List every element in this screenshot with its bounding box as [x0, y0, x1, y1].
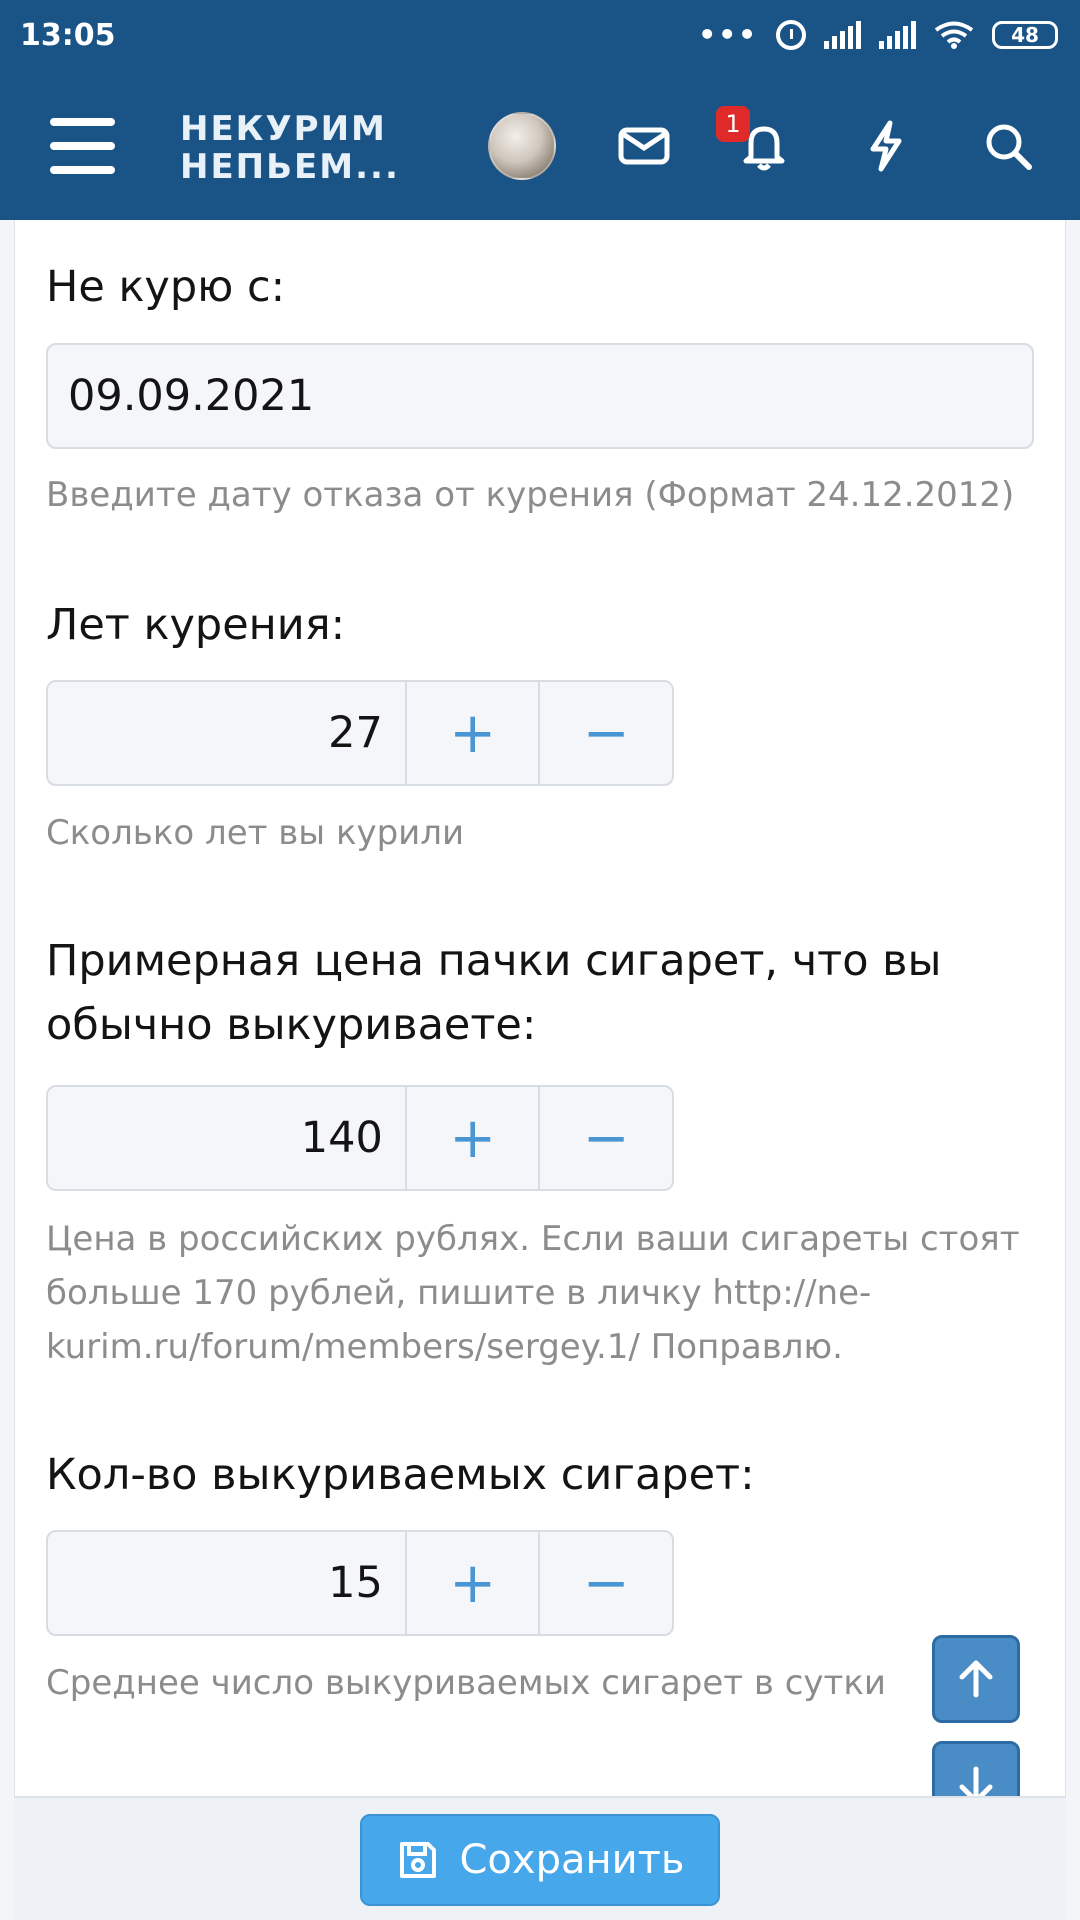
pack-price-hint-line1: Цена в российских рублях. Если ваши сига… — [46, 1219, 1020, 1259]
pack-price-plus-button[interactable]: + — [407, 1087, 539, 1189]
quit-date-input[interactable]: 09.09.2021 — [46, 343, 1034, 449]
years-smoking-plus-button[interactable]: + — [407, 682, 539, 784]
wifi-icon — [934, 21, 974, 49]
pack-price-hint-line2: больше 170 рублей, пишите в личку http:/… — [46, 1273, 872, 1313]
battery-icon: 48 — [992, 20, 1058, 49]
cigarettes-plus-button[interactable]: + — [407, 1532, 539, 1634]
form-footer: Сохранить — [14, 1796, 1066, 1920]
save-button-label: Сохранить — [459, 1837, 685, 1883]
top-bar: 13:05 ••• 48 НЕКУРИМ НЕПЬЕМ... 1 — [0, 0, 1080, 220]
logo-line-1: НЕКУРИМ — [180, 109, 387, 149]
quit-date-label: Не курю с: — [46, 262, 286, 312]
quit-date-hint: Введите дату отказа от курения (Формат 2… — [46, 475, 1015, 515]
avatar[interactable] — [488, 112, 556, 180]
pack-price-value[interactable]: 140 — [48, 1087, 407, 1189]
signal-icon — [824, 20, 861, 49]
logo-line-2: НЕПЬЕМ... — [180, 147, 400, 187]
pack-price-hint-line3: kurim.ru/forum/members/sergey.1/ Поправл… — [46, 1327, 843, 1367]
pack-price-stepper: 140 + − — [46, 1085, 674, 1191]
pack-price-minus-button[interactable]: − — [538, 1087, 672, 1189]
arrow-up-icon — [959, 1660, 993, 1698]
app-bar: НЕКУРИМ НЕПЬЕМ... 1 — [0, 90, 1080, 220]
scroll-top-button[interactable] — [932, 1635, 1020, 1723]
cigarettes-minus-button[interactable]: − — [538, 1532, 672, 1634]
mail-icon[interactable] — [614, 116, 674, 176]
save-button[interactable]: Сохранить — [360, 1814, 720, 1906]
status-time: 13:05 — [20, 18, 116, 53]
status-icons: ••• 48 — [698, 18, 1058, 51]
years-smoking-hint: Сколько лет вы курили — [46, 813, 465, 853]
years-smoking-minus-button[interactable]: − — [538, 682, 672, 784]
more-dots-icon: ••• — [698, 18, 758, 51]
pack-price-label-line2: обычно выкуриваете: — [46, 1000, 537, 1050]
save-icon — [399, 1842, 436, 1878]
search-icon[interactable] — [978, 116, 1038, 176]
years-smoking-label: Лет курения: — [46, 600, 346, 650]
cigarettes-value[interactable]: 15 — [48, 1532, 407, 1634]
years-smoking-value[interactable]: 27 — [48, 682, 407, 784]
alarm-icon — [776, 19, 806, 50]
cigarettes-label: Кол-во выкуриваемых сигарет: — [46, 1450, 755, 1500]
site-logo[interactable]: НЕКУРИМ НЕПЬЕМ... — [180, 110, 400, 186]
years-smoking-stepper: 27 + − — [46, 680, 674, 786]
cigarettes-stepper: 15 + − — [46, 1530, 674, 1636]
pack-price-label-line1: Примерная цена пачки сигарет, что вы — [46, 936, 942, 986]
notification-badge: 1 — [716, 106, 750, 142]
status-bar: 13:05 ••• 48 — [0, 0, 1080, 74]
signal-icon — [879, 20, 916, 49]
cigarettes-hint: Среднее число выкуриваемых сигарет в сут… — [46, 1663, 886, 1703]
menu-icon[interactable] — [50, 118, 115, 174]
flash-icon[interactable] — [856, 116, 916, 176]
